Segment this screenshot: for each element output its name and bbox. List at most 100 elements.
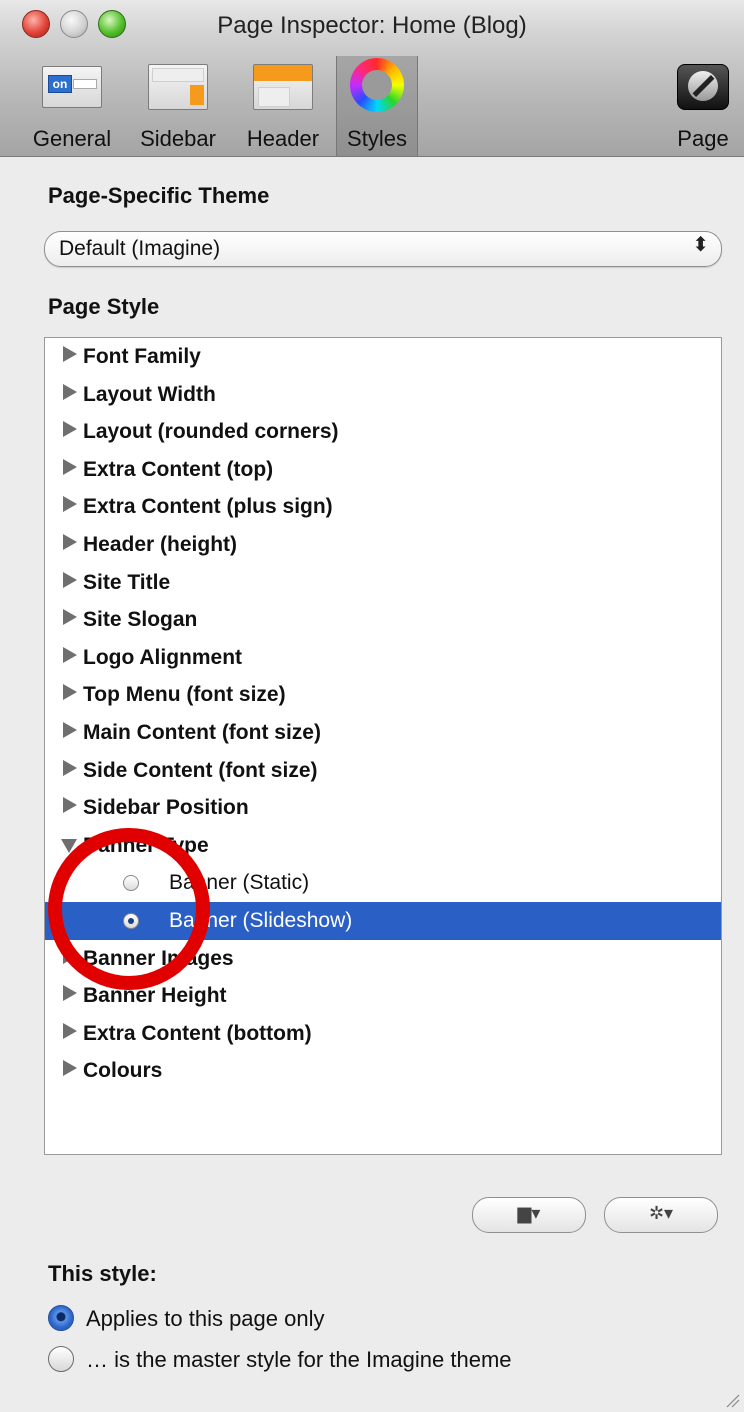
- radio-selected-icon[interactable]: [123, 913, 139, 929]
- theme-popup[interactable]: Default (Imagine) ⬍: [44, 231, 722, 267]
- sidebar-layout-icon-highlight: [190, 85, 204, 105]
- disclosure-triangle-open-icon[interactable]: [61, 838, 77, 853]
- tab-styles-label: Styles: [347, 126, 407, 151]
- tab-header-label: Header: [246, 126, 320, 151]
- sidebar-layout-icon: [148, 64, 208, 110]
- disclosure-triangle-icon[interactable]: [63, 534, 77, 550]
- outline-row-label: Colours: [83, 1059, 163, 1083]
- tab-styles[interactable]: Styles: [336, 56, 418, 156]
- disclosure-triangle-icon[interactable]: [63, 985, 77, 1002]
- outline-row[interactable]: Main Content (font size): [45, 714, 721, 752]
- outline-row[interactable]: Banner Height: [45, 977, 721, 1015]
- tab-page[interactable]: Page: [664, 56, 742, 156]
- outline-row[interactable]: Font Family: [45, 338, 721, 376]
- applies-page-only-label: Applies to this page only: [86, 1306, 325, 1331]
- resize-grip-icon[interactable]: [722, 1390, 740, 1408]
- outline-row-label: Main Content (font size): [83, 721, 321, 744]
- outline-row-label: Extra Content (top): [83, 457, 274, 481]
- disclosure-triangle-icon[interactable]: [63, 722, 77, 738]
- outline-row-label: Site Slogan: [83, 608, 198, 632]
- tab-sidebar[interactable]: Sidebar: [130, 56, 226, 156]
- color-wheel-icon-center: [362, 70, 392, 100]
- tab-page-label: Page: [677, 126, 729, 151]
- disclosure-triangle-icon[interactable]: [63, 571, 77, 588]
- window-title: Page Inspector: Home (Blog): [217, 12, 527, 39]
- outline-row[interactable]: Layout Width: [45, 376, 721, 414]
- outline-row-label: Layout (rounded corners): [83, 420, 339, 444]
- master-style-radio[interactable]: [48, 1346, 74, 1372]
- outline-row-label: Extra Content (plus sign): [83, 495, 333, 519]
- outline-row[interactable]: Side Content (font size): [45, 752, 721, 790]
- outline-row-label: Sidebar Position: [83, 796, 249, 820]
- action-menu-button[interactable]: ✲▾: [604, 1197, 718, 1233]
- header-layout-icon-body: [258, 87, 290, 107]
- disclosure-triangle-icon[interactable]: [63, 609, 77, 626]
- outline-row[interactable]: Banner Images: [45, 940, 721, 978]
- title-bar: Page Inspector: Home (Blog) on General S…: [0, 0, 744, 157]
- general-icon-badge: on: [48, 75, 72, 93]
- general-icon: on: [42, 66, 102, 108]
- outline-row-label: Layout Width: [83, 382, 216, 406]
- outline-row[interactable]: Header (height): [45, 526, 721, 564]
- general-icon-field: [73, 79, 97, 89]
- outline-row[interactable]: Layout (rounded corners): [45, 413, 721, 451]
- outline-row-label: Banner (Static): [169, 871, 310, 895]
- outline-row-label: Header (height): [83, 533, 238, 556]
- outline-row[interactable]: Extra Content (top): [45, 451, 721, 489]
- header-layout-icon-highlight: [254, 65, 312, 81]
- disclosure-triangle-icon[interactable]: [63, 646, 77, 663]
- page-inspector-window: Page Inspector: Home (Blog) on General S…: [0, 0, 744, 1412]
- wrench-icon: [677, 64, 729, 110]
- page-style-heading: Page Style: [48, 294, 160, 319]
- disclosure-triangle-icon[interactable]: [63, 797, 77, 814]
- outline-row[interactable]: Site Slogan: [45, 601, 721, 639]
- banner-static-option[interactable]: Banner (Static): [45, 864, 721, 902]
- outline-row[interactable]: Sidebar Position: [45, 789, 721, 827]
- outline-row[interactable]: Logo Alignment: [45, 639, 721, 677]
- disclosure-triangle-icon[interactable]: [63, 1022, 77, 1039]
- disclosure-triangle-icon[interactable]: [63, 947, 77, 964]
- radio-icon[interactable]: [123, 875, 139, 892]
- tab-header[interactable]: Header: [236, 56, 330, 156]
- tab-sidebar-label: Sidebar: [140, 126, 216, 151]
- theme-popup-value: Default (Imagine): [59, 237, 221, 260]
- outline-row-label: Font Family: [83, 345, 201, 368]
- outline-row-label: Banner Type: [83, 833, 209, 857]
- page-style-outline[interactable]: Font Family Layout Width Layout (rounded…: [44, 337, 722, 1155]
- banner-slideshow-option[interactable]: Banner (Slideshow): [45, 902, 721, 940]
- disclosure-triangle-icon[interactable]: [63, 346, 77, 362]
- disclosure-triangle-icon[interactable]: [63, 684, 77, 701]
- outline-row[interactable]: Extra Content (bottom): [45, 1015, 721, 1053]
- outline-row-label: Side Content (font size): [83, 758, 318, 782]
- outline-row-label: Extra Content (bottom): [83, 1021, 312, 1045]
- tab-general[interactable]: on General: [24, 56, 120, 156]
- outline-row[interactable]: Extra Content (plus sign): [45, 488, 721, 526]
- popup-arrows-icon: ⬍: [692, 234, 709, 256]
- outline-row[interactable]: Site Title: [45, 564, 721, 602]
- outline-row-label: Banner (Slideshow): [169, 909, 353, 932]
- tab-general-label: General: [32, 126, 112, 151]
- color-wheel-icon: [350, 58, 404, 112]
- this-style-heading: This style:: [48, 1261, 157, 1286]
- disclosure-triangle-icon[interactable]: [63, 383, 77, 400]
- outline-row-label: Top Menu (font size): [83, 683, 286, 707]
- outline-row-label: Site Title: [83, 570, 171, 594]
- folder-icon: ▆▾: [517, 1203, 541, 1223]
- disclosure-triangle-icon[interactable]: [63, 759, 77, 776]
- outline-row[interactable]: Top Menu (font size): [45, 676, 721, 714]
- disclosure-triangle-icon[interactable]: [63, 496, 77, 513]
- disclosure-triangle-icon[interactable]: [63, 458, 77, 475]
- theme-heading: Page-Specific Theme: [48, 183, 270, 208]
- disclosure-triangle-icon[interactable]: [63, 1060, 77, 1077]
- outline-row-expanded[interactable]: Banner Type: [45, 827, 721, 865]
- gear-icon: ✲▾: [648, 1203, 674, 1223]
- header-layout-icon: [253, 64, 313, 110]
- outline-row-label: Banner Images: [83, 946, 234, 970]
- outline-row-label: Logo Alignment: [83, 645, 243, 669]
- master-style-label: … is the master style for the Imagine th…: [86, 1347, 512, 1372]
- outline-row[interactable]: Colours: [45, 1052, 721, 1090]
- folder-menu-button[interactable]: ▆▾: [472, 1197, 586, 1233]
- sidebar-layout-icon-header: [152, 68, 204, 82]
- disclosure-triangle-icon[interactable]: [63, 421, 77, 438]
- applies-page-only-radio[interactable]: [48, 1305, 74, 1331]
